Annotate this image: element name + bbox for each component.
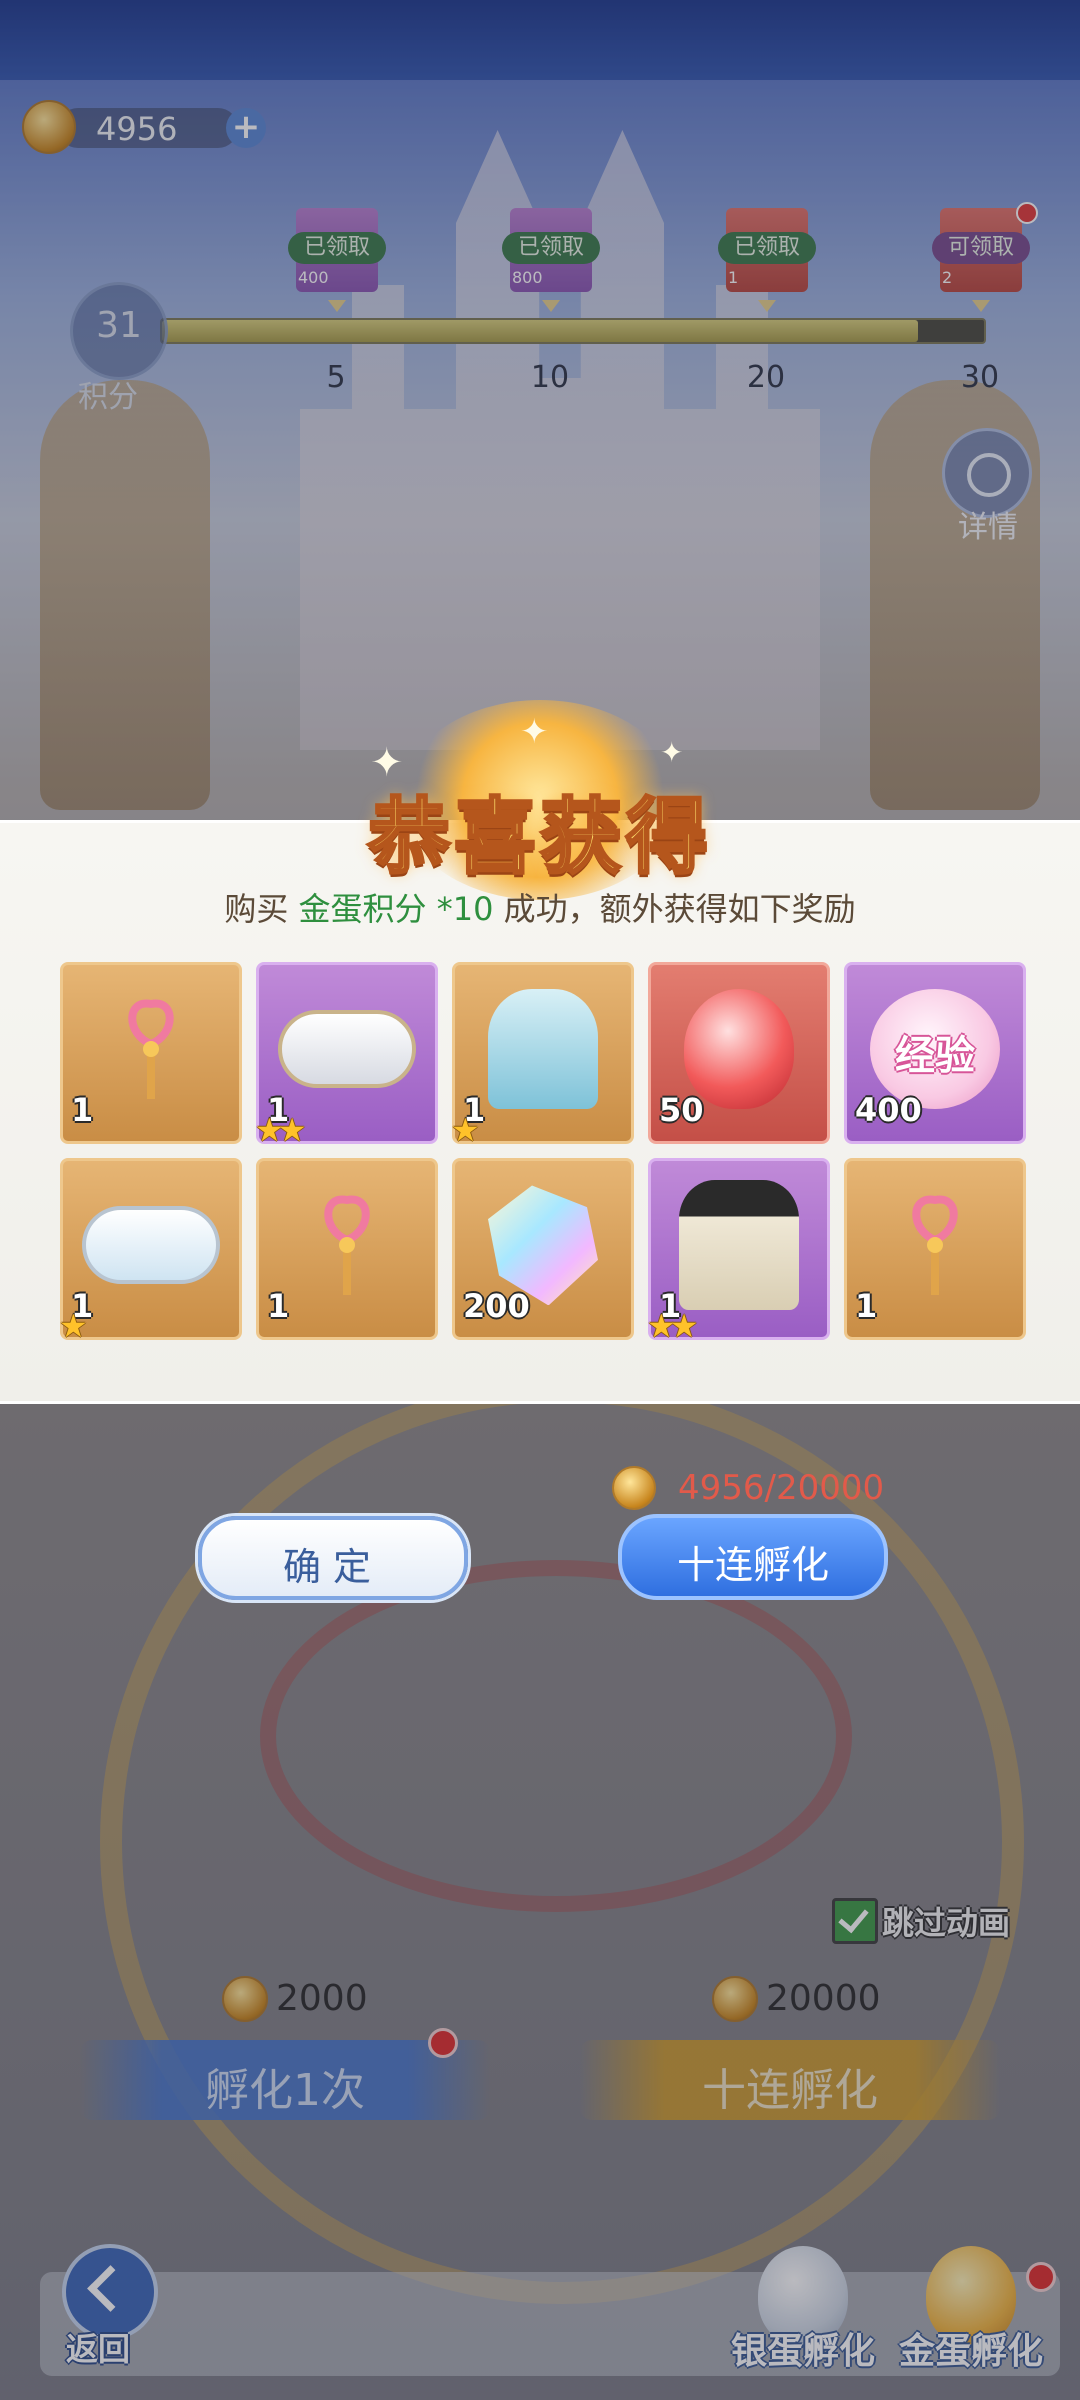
ten-hatch-button[interactable]: 十连孵化 [618, 1514, 888, 1600]
confirm-button[interactable]: 确定 [198, 1516, 468, 1600]
exp-label: 经验 [895, 1033, 975, 1080]
item-count: 1 [267, 1287, 290, 1325]
sparkle-icon: ✦ [660, 736, 684, 769]
item-count: 200 [463, 1287, 530, 1325]
reward-item[interactable]: 1 [844, 1158, 1026, 1340]
gold-coin-icon [612, 1466, 656, 1510]
cost-progress-value: 4956/20000 [678, 1468, 885, 1508]
subtitle-highlight: 金蛋积分 [298, 890, 427, 928]
popup-title: 恭喜获得 [366, 789, 712, 887]
rarity-stars-icon: ★ [59, 1307, 88, 1345]
ring-icon [278, 1010, 416, 1089]
rarity-stars-icon: ★ [451, 1111, 480, 1149]
item-count: 400 [855, 1091, 922, 1129]
item-count: 50 [659, 1091, 704, 1129]
reward-item[interactable]: 1 ★★ [255, 962, 438, 1149]
wand-icon [912, 1196, 958, 1296]
reward-item[interactable]: 1 ★★ [647, 1158, 830, 1345]
rarity-stars-icon: ★★ [255, 1111, 306, 1149]
hatch-cost-progress: 4956/20000 [612, 1466, 912, 1512]
reward-item[interactable]: 50 [648, 962, 830, 1144]
item-count: 1 [855, 1287, 878, 1325]
reward-item[interactable]: 1 [60, 962, 242, 1144]
rarity-stars-icon: ★★ [647, 1307, 698, 1345]
cape-icon [488, 989, 598, 1110]
reward-item[interactable]: 200 [452, 1158, 634, 1340]
wand-icon [324, 1196, 370, 1296]
ten-hatch-label: 十连孵化 [676, 1543, 829, 1587]
reward-items-grid: 1 1 ★★ 1 ★ 50 经验 400 1 ★ 1 200 1 ★★ 1 [59, 962, 1026, 1345]
sparkle-icon: ✦ [520, 712, 549, 752]
ring-icon [82, 1206, 220, 1285]
item-count: 1 [71, 1091, 94, 1129]
reward-item[interactable]: 1 [256, 1158, 438, 1340]
confirm-label: 确定 [282, 1545, 383, 1589]
wand-icon [128, 1000, 174, 1100]
robe-icon [679, 1180, 799, 1311]
subtitle-suffix: 成功，额外获得如下奖励 [503, 890, 856, 928]
subtitle-quantity: *10 [436, 890, 494, 928]
reward-item[interactable]: 1 ★ [59, 1158, 242, 1345]
reward-item[interactable]: 1 ★ [451, 962, 634, 1149]
popup-subtitle: 购买 金蛋积分 *10 成功，额外获得如下奖励 [0, 884, 1080, 930]
reward-item[interactable]: 经验 400 [844, 962, 1026, 1144]
subtitle-prefix: 购买 [224, 890, 289, 928]
